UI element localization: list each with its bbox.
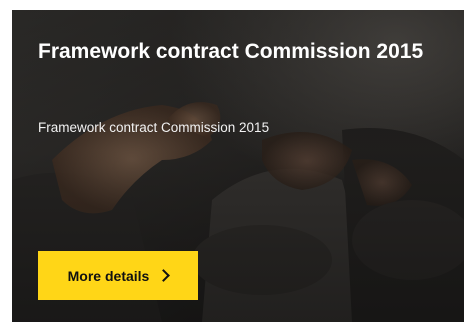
chevron-right-icon <box>157 269 171 282</box>
card-title: Framework contract Commission 2015 <box>38 40 424 63</box>
more-details-label: More details <box>67 267 150 284</box>
more-details-button[interactable]: More details <box>38 251 198 300</box>
card-description: Framework contract Commission 2015 <box>38 120 270 135</box>
content-card: Framework contract Commission 2015 Frame… <box>12 10 464 322</box>
